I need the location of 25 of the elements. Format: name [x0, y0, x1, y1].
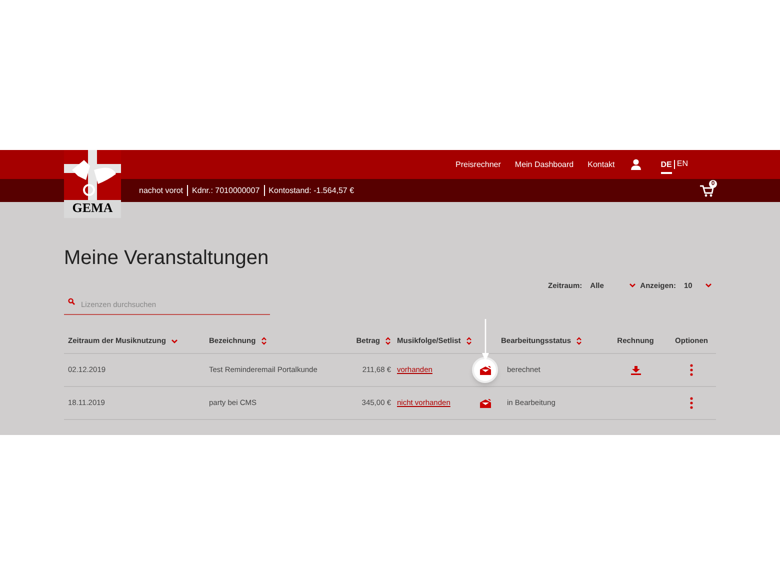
account-info: Kontostand: -1.564,57 € [268, 184, 354, 196]
logo-text: GEMA [72, 200, 113, 216]
nav-link[interactable]: Preisrechner [456, 158, 501, 170]
user-icon[interactable] [630, 159, 641, 170]
search-icon [68, 298, 75, 305]
chevron-down-icon [629, 283, 636, 288]
more-options-icon[interactable] [690, 364, 693, 376]
account-info: Kdnr.: 7010000007 [192, 184, 260, 196]
download-icon[interactable] [630, 366, 640, 374]
sort-down-icon[interactable] [170, 338, 178, 344]
open-envelope-icon[interactable] [480, 398, 490, 408]
more-options-icon[interactable] [690, 397, 693, 409]
nav-link[interactable]: Kontakt [588, 158, 615, 170]
sort-icon[interactable] [466, 337, 472, 345]
chevron-down-icon [705, 283, 712, 288]
sort-icon[interactable] [576, 337, 582, 345]
sort-icon[interactable] [260, 337, 267, 345]
language-link[interactable]: DE [660, 158, 672, 174]
nav-link[interactable]: Mein Dashboard [514, 158, 574, 170]
sort-icon[interactable] [385, 337, 391, 345]
page-heading: Meine Veranstaltungen [64, 246, 270, 271]
open-envelope-icon[interactable] [480, 366, 490, 374]
language-link[interactable]: EN [676, 158, 688, 171]
account-info: nachot vorot [139, 184, 184, 196]
cart-icon[interactable] [700, 184, 714, 196]
